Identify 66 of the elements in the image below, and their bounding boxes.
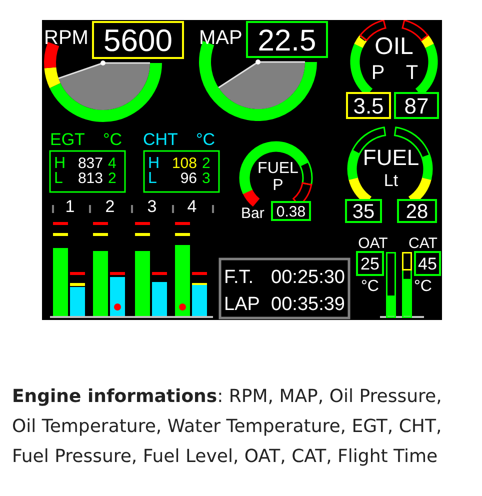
value-readout: 3.5 <box>346 92 391 119</box>
limit-mark <box>53 222 68 225</box>
gauge-label: P <box>371 62 385 84</box>
value-readout: 0.38 <box>271 201 311 221</box>
table-cell: 108 <box>172 155 197 172</box>
timer-value: 00:25:30 <box>271 267 345 288</box>
cylinder-number: 4 <box>187 197 197 216</box>
value-readout: 28 <box>397 199 437 224</box>
limit-mark <box>175 222 190 225</box>
table-cell: 3 <box>202 170 210 187</box>
sensor-label: OAT <box>358 235 388 252</box>
limit-mark <box>135 222 150 225</box>
limit-mark <box>135 233 150 236</box>
tick-mark <box>89 205 91 213</box>
value-readout: 25 <box>356 251 384 276</box>
row-label: H <box>148 155 160 172</box>
row-label: L <box>54 170 63 187</box>
timer-value: 00:35:39 <box>271 294 345 315</box>
value-readout: 22.5 <box>246 21 328 58</box>
limit-mark <box>152 272 167 275</box>
tick-mark <box>131 205 133 213</box>
row-label: L <box>148 170 157 187</box>
value-readout: 35 <box>345 199 382 224</box>
unit-label: °C <box>414 278 432 295</box>
gauge-label: MAP <box>199 27 242 49</box>
section-heading: CHT <box>143 130 178 149</box>
section-heading: EGT <box>50 130 85 149</box>
limit-mark <box>53 233 68 236</box>
tick-mark <box>52 205 54 213</box>
cylinder-number: 2 <box>105 197 115 216</box>
value-readout: 45 <box>414 251 441 276</box>
gauge-label: OIL <box>374 33 414 60</box>
caption-text: Engine informations: RPM, MAP, Oil Pressure, Oil Temperature, Water Temperature, EGT, CHT, Fuel Pressure, Fuel Level, OAT, CAT, Flight Time <box>12 385 443 469</box>
tick-mark <box>212 205 214 213</box>
unit-label: °C <box>103 130 122 149</box>
table-cell: 2 <box>108 170 116 187</box>
limit-mark <box>93 233 108 236</box>
cylinder-number: 1 <box>65 197 75 216</box>
gauge-label: RPM <box>44 27 88 49</box>
table-cell: 2 <box>202 155 210 172</box>
sensor-label: CAT <box>408 235 438 252</box>
table-cell: 4 <box>108 155 116 172</box>
cylinder-number: 3 <box>147 197 157 216</box>
gauge-label: Lt <box>384 171 398 190</box>
value-readout: 87 <box>394 92 439 119</box>
tick-mark <box>172 205 174 213</box>
gauge-label: P <box>272 177 284 194</box>
limit-mark <box>70 283 85 286</box>
limit-mark <box>70 272 85 275</box>
gauge-label: FUEL <box>362 145 420 170</box>
limit-mark <box>110 272 125 275</box>
limit-mark <box>93 222 108 225</box>
gauge-label: T <box>406 62 418 84</box>
gauge-label: FUEL <box>258 160 298 177</box>
unit-label: Bar <box>241 205 264 222</box>
table-cell: 813 <box>78 170 103 187</box>
table-cell: 837 <box>78 155 103 172</box>
limit-mark <box>175 233 190 236</box>
row-label: H <box>54 155 66 172</box>
timer-label: LAP <box>224 294 260 315</box>
value-readout: 5600 <box>92 21 184 59</box>
unit-label: °C <box>196 130 216 149</box>
timer-label: F.T. <box>224 267 254 288</box>
table-cell: 96 <box>180 170 197 187</box>
limit-mark <box>192 272 207 275</box>
unit-label: °C <box>361 278 379 295</box>
